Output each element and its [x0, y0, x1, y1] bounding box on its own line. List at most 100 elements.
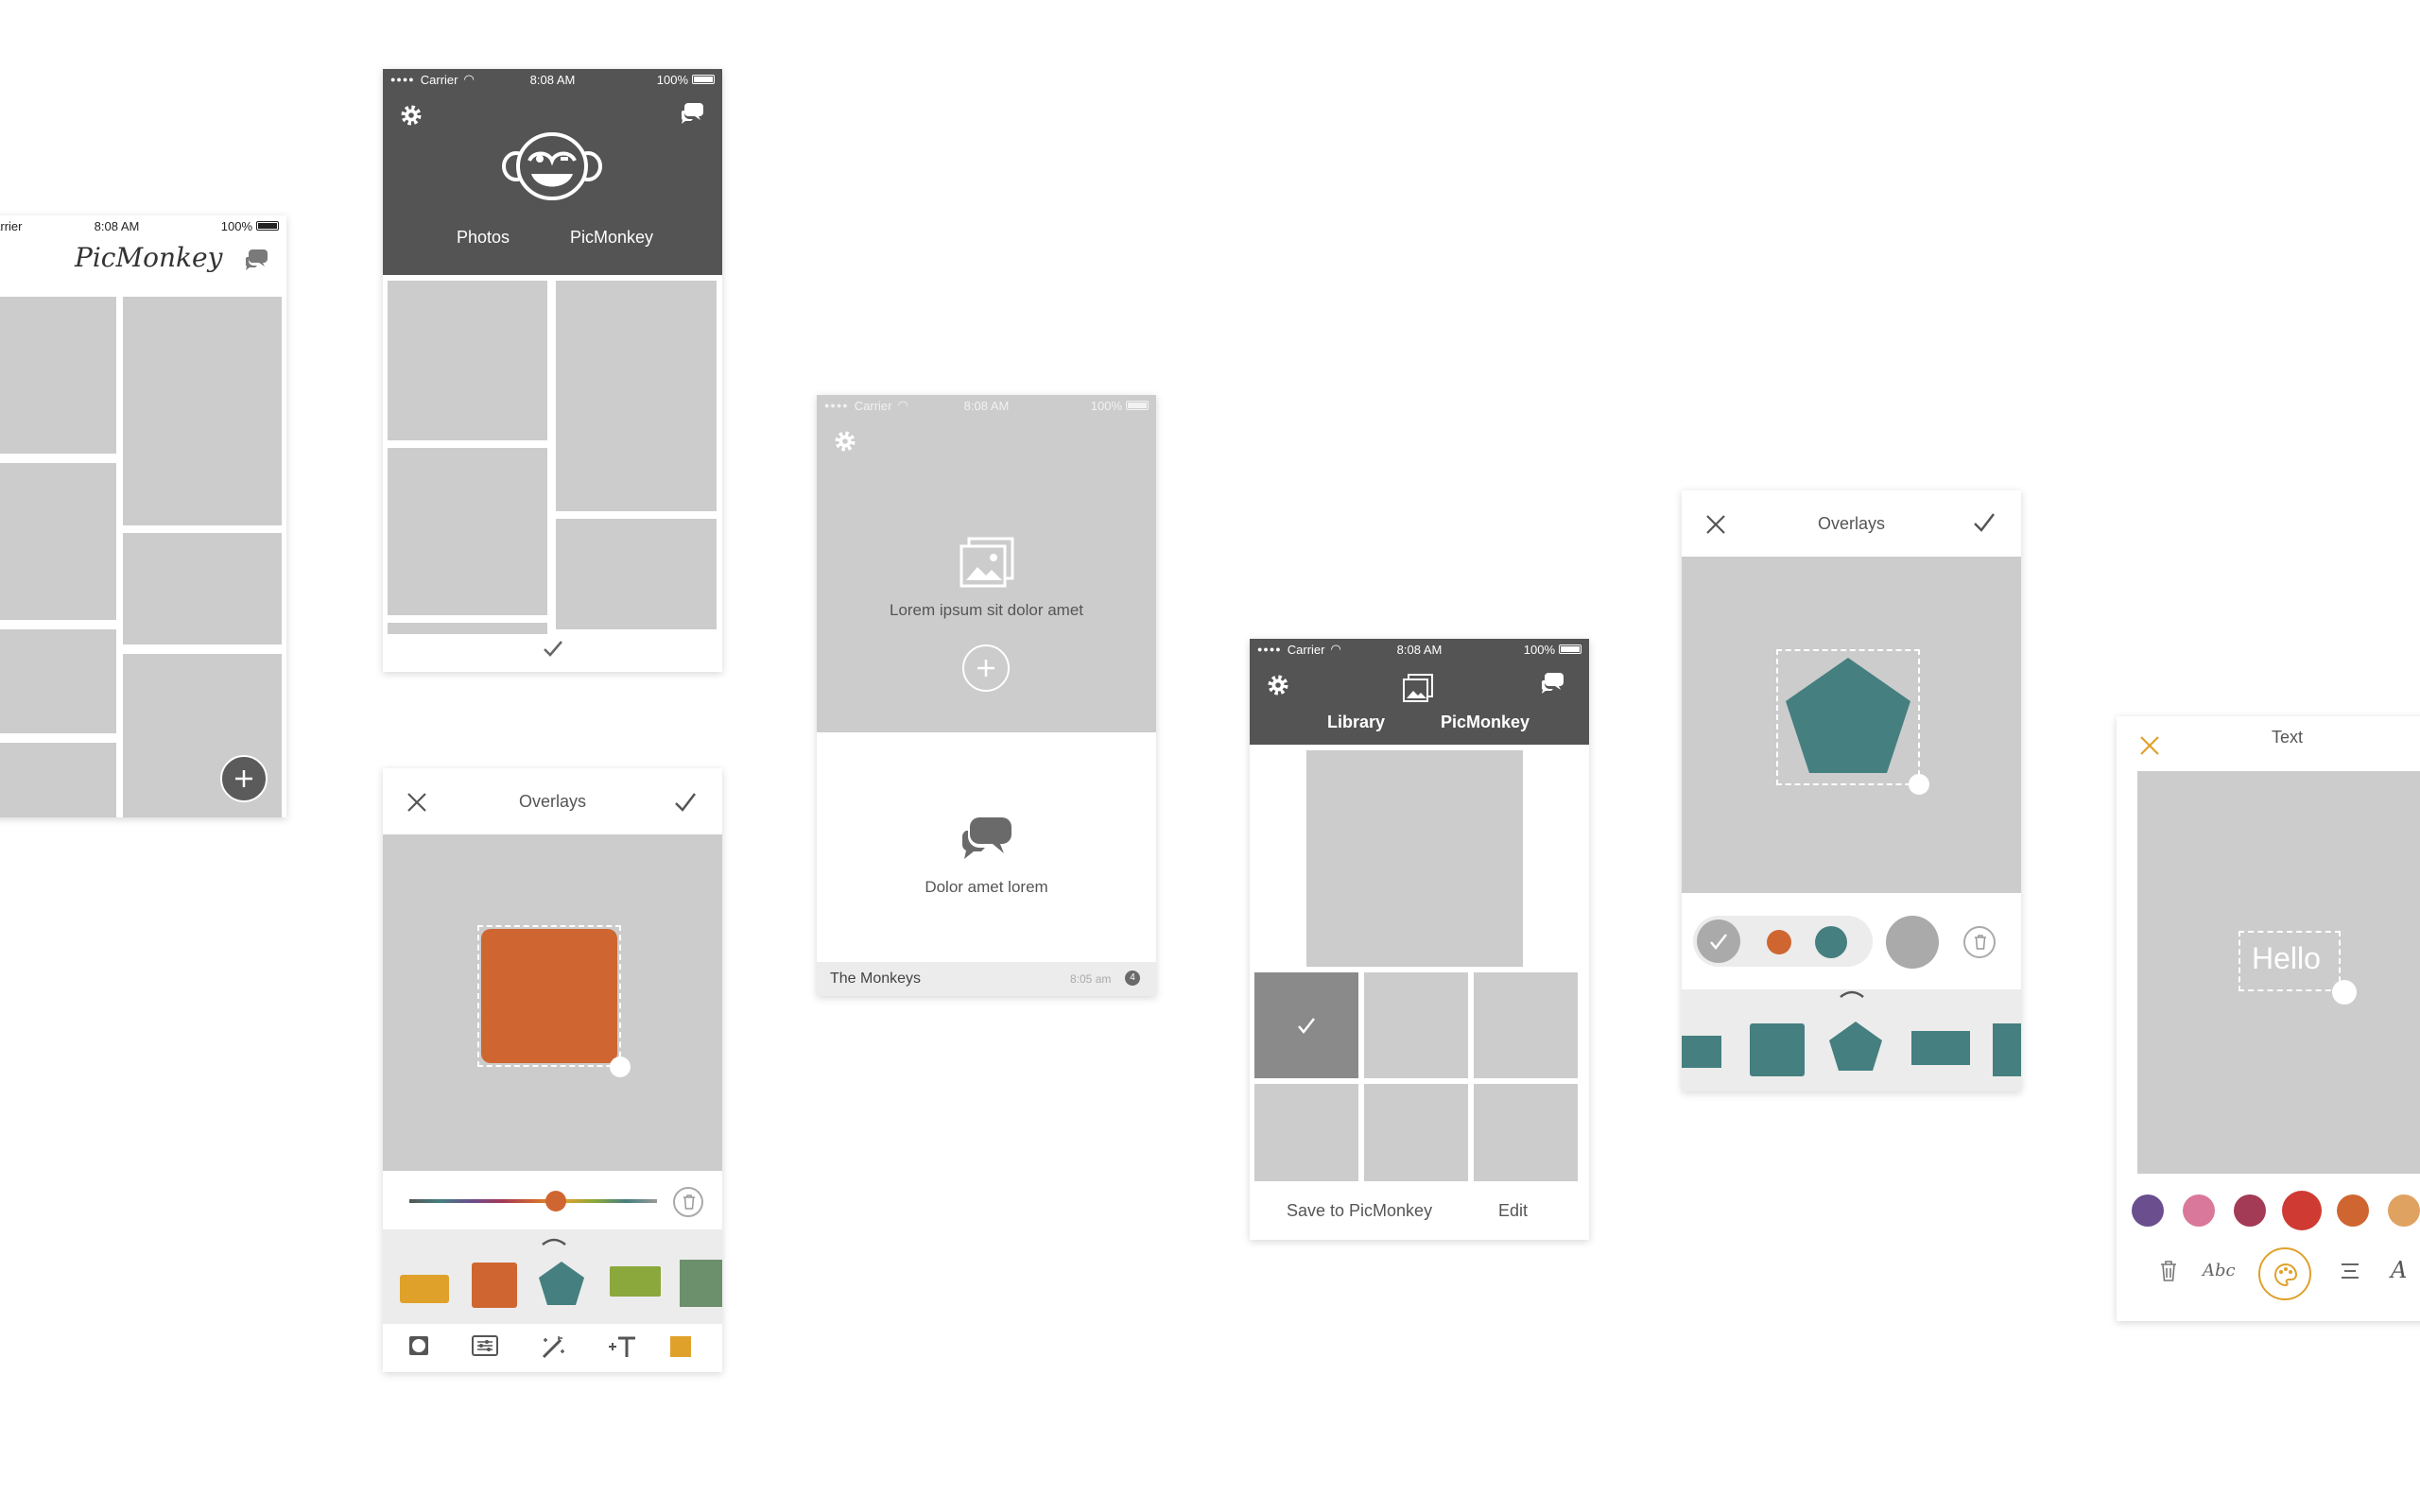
close-icon[interactable]: [2139, 735, 2160, 756]
teal-tall-shape[interactable]: [1993, 1023, 2021, 1076]
teal-wide-rectangle-shape[interactable]: [1911, 1031, 1970, 1065]
text-overlay[interactable]: Hello: [2252, 941, 2321, 976]
color-swatch-selected[interactable]: [1697, 919, 1740, 963]
color-swatch-crimson[interactable]: [2234, 1194, 2266, 1227]
palette-icon: [2274, 1263, 2298, 1287]
plus-icon: [977, 660, 994, 677]
photos-icon: [1403, 674, 1433, 702]
tab-picmonkey[interactable]: PicMonkey: [1441, 713, 1530, 732]
gear-icon[interactable]: [399, 103, 424, 128]
resize-handle[interactable]: [610, 1057, 631, 1077]
photo-thumbnail[interactable]: [1364, 972, 1468, 1078]
resize-handle[interactable]: [1909, 774, 1929, 795]
grid-tile[interactable]: [0, 743, 116, 817]
color-swatch-pink[interactable]: [2183, 1194, 2215, 1227]
conversation-time: 8:05 am: [1070, 972, 1112, 986]
grid-tile[interactable]: [556, 281, 717, 511]
photo-preview: [1306, 750, 1523, 967]
color-swatch-red[interactable]: [2282, 1191, 2322, 1230]
color-swatch-orange[interactable]: [1767, 930, 1791, 954]
font-style-icon[interactable]: Abc: [2203, 1261, 2236, 1280]
chevron-up-icon[interactable]: [541, 1237, 567, 1246]
adjust-tool-icon[interactable]: [472, 1335, 498, 1356]
chat-icon[interactable]: [1540, 671, 1564, 694]
status-time: 8:08 AM: [963, 398, 1010, 413]
carrier-label: Carrier: [0, 218, 23, 233]
save-to-picmonkey-button[interactable]: Save to PicMonkey: [1287, 1201, 1432, 1221]
color-swatch-orange[interactable]: [2337, 1194, 2369, 1227]
edit-button[interactable]: Edit: [1498, 1201, 1528, 1221]
delete-button[interactable]: [1963, 926, 1996, 958]
color-swatch-teal[interactable]: [1815, 926, 1847, 958]
magic-wand-icon[interactable]: [540, 1334, 566, 1359]
color-slider-track[interactable]: [409, 1199, 657, 1203]
design-board: ●●●●Carrier 8:08 AM 100% PicMonkey ●●●●C…: [0, 0, 2420, 1512]
add-text-icon[interactable]: [607, 1335, 637, 1358]
checkmark-icon: [1298, 1018, 1315, 1034]
battery-label: 100%: [1523, 642, 1555, 657]
color-palette-button[interactable]: [2258, 1247, 2311, 1300]
photo-thumbnail[interactable]: [1254, 1084, 1358, 1181]
add-button[interactable]: [220, 755, 268, 802]
chevron-up-icon[interactable]: [1839, 989, 1865, 999]
add-button[interactable]: [962, 644, 1010, 692]
overlay-tool-icon[interactable]: [670, 1336, 691, 1357]
font-icon[interactable]: A: [2391, 1257, 2407, 1283]
status-time: 8:08 AM: [529, 72, 576, 87]
teal-pentagon-overlay[interactable]: [1784, 656, 1912, 775]
checkmark-icon[interactable]: [543, 640, 563, 657]
grid-tile[interactable]: [388, 623, 547, 634]
carrier-label: Carrier: [420, 72, 458, 87]
gear-icon[interactable]: [1266, 673, 1290, 697]
battery-icon: [256, 221, 279, 231]
status-bar: ●●●●Carrier 8:08 AM 100%: [0, 215, 286, 236]
grid-tile[interactable]: [0, 463, 116, 620]
grid-tile[interactable]: [0, 297, 116, 454]
teal-rectangle-shape[interactable]: [1682, 1036, 1721, 1068]
teal-square-shape[interactable]: [1750, 1023, 1805, 1076]
teal-pentagon-shape[interactable]: [1827, 1020, 1884, 1073]
frame-tool-icon[interactable]: [408, 1335, 429, 1356]
grid-tile[interactable]: [388, 448, 547, 615]
teal-pentagon-shape[interactable]: [537, 1260, 586, 1307]
grid-tile[interactable]: [388, 281, 547, 440]
battery-icon: [1126, 401, 1149, 410]
screen-library-picker: ●●●● Carrier ◠ 8:08 AM 100% Library PicMon…: [1250, 639, 1589, 1240]
color-swatch-gray[interactable]: [1886, 916, 1939, 969]
resize-handle[interactable]: [2332, 980, 2357, 1005]
chat-icon[interactable]: [680, 101, 704, 124]
battery-label: 100%: [1090, 398, 1122, 413]
color-swatch-purple[interactable]: [2132, 1194, 2164, 1227]
wifi-icon: ◠: [1330, 642, 1341, 656]
confirm-checkmark-icon[interactable]: [674, 792, 697, 813]
orange-square-shape[interactable]: [472, 1263, 517, 1308]
chat-icon: [961, 817, 1011, 859]
grid-tile[interactable]: [556, 519, 717, 629]
grid-tile[interactable]: [0, 629, 116, 733]
orange-square-overlay[interactable]: [481, 929, 617, 1063]
screen-overlays-square: Overlays: [383, 768, 722, 1372]
trash-icon: [683, 1194, 695, 1210]
grid-tile[interactable]: [123, 297, 282, 525]
carrier-label: Carrier: [854, 398, 892, 413]
screen-text-tool: Text Hello Abc A: [2117, 716, 2420, 1321]
tab-library[interactable]: Library: [1327, 713, 1385, 732]
tab-picmonkey[interactable]: PicMonkey: [570, 228, 653, 248]
grid-tile[interactable]: [123, 533, 282, 644]
photo-thumbnail[interactable]: [1474, 972, 1578, 1078]
sage-square-shape[interactable]: [680, 1260, 722, 1307]
gold-rectangle-shape[interactable]: [400, 1275, 449, 1303]
green-rectangle-shape[interactable]: [610, 1266, 661, 1297]
align-icon[interactable]: [2340, 1263, 2360, 1280]
color-swatch-amber[interactable]: [2388, 1194, 2420, 1227]
photo-thumbnail[interactable]: [1474, 1084, 1578, 1181]
color-slider-knob[interactable]: [545, 1191, 566, 1211]
carrier-label: Carrier: [1287, 642, 1325, 657]
trash-icon[interactable]: [2160, 1261, 2177, 1281]
chat-icon[interactable]: [244, 248, 268, 270]
confirm-checkmark-icon[interactable]: [1973, 512, 1996, 533]
delete-button[interactable]: [673, 1187, 703, 1217]
tab-photos[interactable]: Photos: [457, 228, 510, 248]
gear-icon[interactable]: [833, 429, 857, 454]
photo-thumbnail[interactable]: [1364, 1084, 1468, 1181]
